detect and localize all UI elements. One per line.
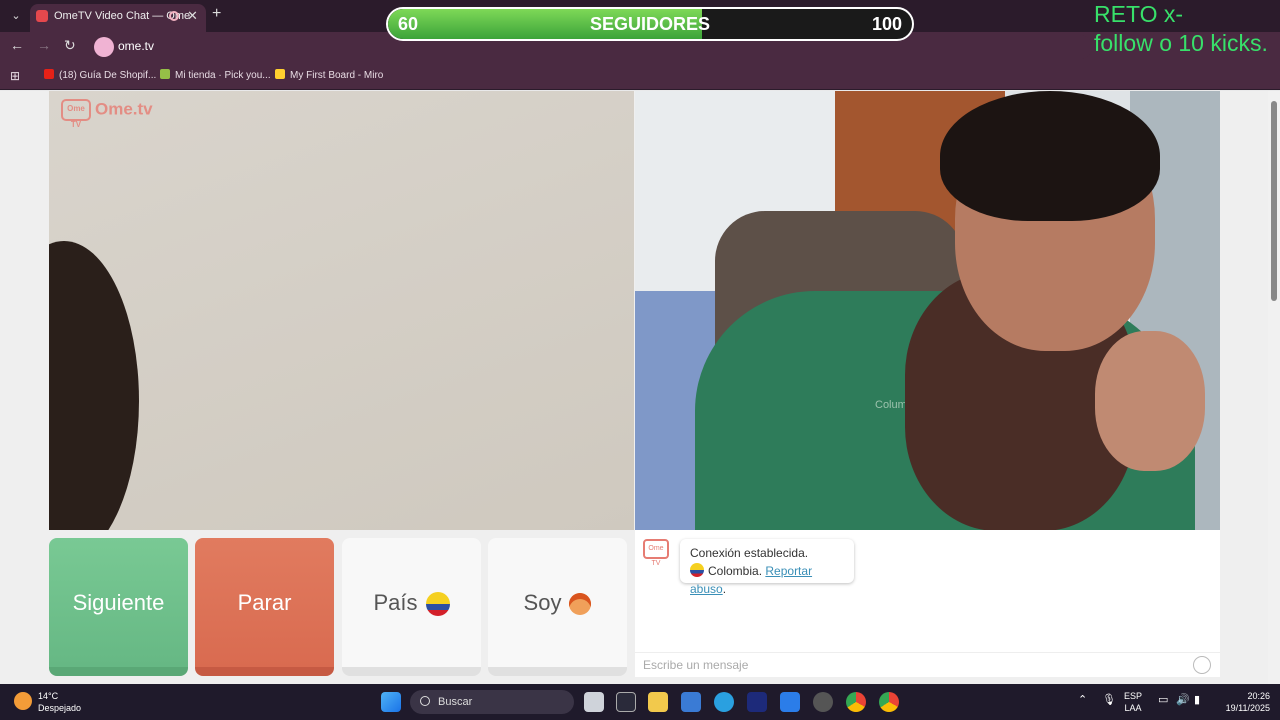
time: 20:26: [1247, 691, 1270, 701]
clock[interactable]: 20:26 19/11/2025: [1216, 690, 1270, 714]
weather-widget[interactable]: 14°C Despejado: [14, 690, 81, 714]
bookmark-miro[interactable]: My First Board - Miro: [275, 69, 383, 81]
site-info-icon[interactable]: [94, 37, 114, 57]
obs-icon[interactable]: [813, 692, 833, 712]
battery-icon[interactable]: ▮: [1194, 694, 1200, 706]
next-label: Siguiente: [72, 590, 165, 615]
recording-icon: [169, 11, 179, 21]
new-tab-button[interactable]: +: [212, 5, 221, 23]
windows-taskbar: 14°C Despejado Buscar ⌃ 🎙 ESP LAA ▭ 🔊 ▮ 2…: [0, 684, 1280, 720]
shopify-icon: [160, 69, 170, 79]
stop-button[interactable]: Parar: [195, 538, 334, 676]
back-button[interactable]: ←: [10, 37, 24, 53]
challenge-overlay: RETO x- follow o 10 kicks.: [1094, 0, 1268, 58]
boy-face-icon: [569, 593, 592, 616]
stop-label: Parar: [237, 590, 292, 615]
search-icon: [420, 696, 430, 706]
system-message: Conexión establecida. Colombia. Reportar…: [680, 539, 854, 596]
logo-text: Ome.tv: [95, 99, 153, 119]
file-explorer-icon[interactable]: [648, 692, 668, 712]
weather-desc: Despejado: [38, 703, 82, 713]
weather-icon: [14, 692, 32, 710]
country-button[interactable]: País: [342, 538, 481, 676]
bookmark-label: My First Board - Miro: [290, 70, 384, 81]
app-icon[interactable]: [616, 692, 636, 712]
lang-bottom: LAA: [1124, 703, 1142, 713]
volume-icon[interactable]: 🔊: [1176, 694, 1190, 706]
bookmark-shopify-guide[interactable]: (18) Guía De Shopif...: [44, 69, 156, 81]
colombia-flag-icon: [690, 563, 704, 577]
bookmark-label: Mi tienda · Pick you...: [175, 70, 271, 81]
ometv-tv-icon: Ome TV: [61, 99, 91, 129]
ometv-logo: Ome TVOme.tv: [61, 99, 153, 129]
connection-status: Conexión establecida.: [690, 546, 809, 560]
chrome-icon[interactable]: [846, 692, 866, 712]
next-button[interactable]: Siguiente: [49, 538, 188, 676]
taskbar-search[interactable]: Buscar: [410, 690, 574, 714]
lang-top: ESP: [1124, 691, 1143, 701]
followers-progress-bar: 60 SEGUIDORES 100: [386, 7, 914, 41]
miro-icon: [275, 69, 285, 79]
progress-end: 100: [871, 14, 902, 34]
bookmark-my-store[interactable]: Mi tienda · Pick you...: [160, 69, 271, 81]
app-icon-2[interactable]: [780, 692, 800, 712]
remote-video: Columbia: [635, 91, 1220, 530]
chrome-active-icon[interactable]: [879, 692, 899, 712]
challenge-line-2: follow o 10 kicks.: [1094, 30, 1268, 56]
message-placeholder: Escribe un mensaje: [643, 658, 749, 672]
progress-label: SEGUIDORES: [589, 14, 711, 34]
page-scrollbar[interactable]: [1268, 91, 1280, 684]
network-icon[interactable]: ▭: [1158, 694, 1168, 706]
microphone-icon[interactable]: 🎙: [1102, 694, 1116, 706]
url-text: ome.tv: [118, 39, 155, 53]
scrollbar-thumb[interactable]: [1271, 101, 1277, 301]
youtube-icon: [44, 69, 54, 79]
gender-button[interactable]: Soy: [488, 538, 627, 676]
local-video: Ome TVOme.tv: [49, 91, 634, 530]
tab-ometv[interactable]: OmeTV Video Chat — Ome ✕: [30, 4, 206, 32]
tab-search-button[interactable]: ⌄: [6, 6, 26, 26]
report-suffix: .: [722, 582, 727, 596]
ometv-favicon-icon: [36, 10, 48, 22]
bookmarks-bar: ⊞ (18) Guía De Shopif... Mi tienda · Pic…: [0, 62, 1280, 90]
gender-label: Soy: [523, 590, 562, 615]
local-user-silhouette: [49, 241, 139, 530]
weather-temp: 14°C: [38, 691, 59, 701]
edge-icon[interactable]: [714, 692, 734, 712]
message-input[interactable]: Escribe un mensaje: [635, 652, 1220, 677]
ometv-chat-icon: Ome TV: [643, 539, 669, 567]
tray-chevron-icon[interactable]: ⌃: [1078, 694, 1087, 706]
forward-button[interactable]: →: [37, 37, 51, 53]
microsoft-store-icon[interactable]: [681, 692, 701, 712]
colombia-flag-icon: [425, 592, 450, 617]
date: 19/11/2025: [1225, 703, 1270, 713]
hand: [1095, 331, 1205, 471]
start-menu-icon[interactable]: [381, 692, 401, 712]
apps-grid-icon[interactable]: ⊞: [10, 69, 20, 83]
challenge-line-1: RETO x-: [1094, 1, 1184, 27]
hair: [940, 91, 1160, 221]
meta-icon[interactable]: [747, 692, 767, 712]
reload-button[interactable]: ↻: [64, 37, 76, 54]
country-label: País: [373, 590, 418, 615]
task-view-icon[interactable]: [584, 692, 604, 712]
partner-country: Colombia.: [708, 564, 763, 578]
ometv-page: Ome TVOme.tv Columbia Siguiente Parar Pa…: [0, 91, 1280, 684]
bookmark-label: (18) Guía De Shopif...: [59, 70, 157, 81]
search-label: Buscar: [438, 696, 473, 708]
tab-close-button[interactable]: ✕: [187, 4, 198, 28]
language-indicator[interactable]: ESP LAA: [1124, 690, 1142, 714]
emoji-icon[interactable]: [1193, 656, 1211, 674]
